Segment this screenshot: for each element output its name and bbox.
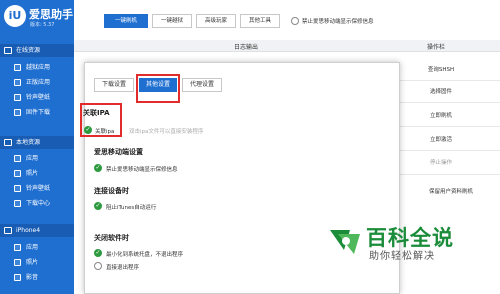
tab-download-settings[interactable]: 下载设置 [94, 78, 134, 92]
sidebar: iU 爱思助手 版本: 5.37 在线资源 越狱应用 正版应用 铃声壁纸 固件下… [0, 0, 74, 294]
watermark-subtitle: 助你轻松解决 [369, 251, 435, 262]
section-title-mobile: 爱思移动端设置 [94, 148, 143, 156]
sidebar-item-device-apps[interactable]: 应用 [0, 240, 74, 255]
op-flash-now[interactable]: 立即刷机 [411, 111, 471, 119]
sidebar-item-firmware[interactable]: 固件下载 [0, 105, 74, 120]
op-stop[interactable]: 停止操作 [411, 158, 471, 166]
sidebar-item-official-apps[interactable]: 正版应用 [0, 75, 74, 90]
section-title-close: 关闭软件时 [94, 234, 129, 242]
other-tools-button[interactable]: 其他工具 [240, 14, 280, 28]
op-divider [398, 174, 500, 175]
section-local-resources[interactable]: 本地资源 [0, 136, 74, 149]
watermark-logo-icon [330, 230, 360, 254]
photo-icon [14, 259, 21, 266]
op-divider [398, 80, 500, 81]
app-version: 版本: 5.37 [30, 22, 55, 28]
block-itunes-label: 阻止iTunes自动运行 [106, 205, 157, 211]
sidebar-item-local-photos[interactable]: 照片 [0, 166, 74, 181]
tab-highlight-box [136, 74, 180, 103]
sidebar-item-download-center[interactable]: 下载中心 [0, 196, 74, 211]
op-divider [398, 126, 500, 127]
log-title: 日志输出 [234, 44, 259, 51]
minimize-to-tray-label: 最小化到系统托盘，不退出程序 [106, 252, 184, 258]
hide-warranty-option-label: 禁止爱思移动端显示保修信息 [106, 167, 178, 173]
block-itunes-checkbox[interactable]: ✓ [94, 202, 102, 210]
download-icon [14, 200, 21, 207]
section-online-resources[interactable]: 在线资源 [0, 44, 74, 57]
sidebar-item-local-ringtones[interactable]: 铃声壁纸 [0, 181, 74, 196]
exit-directly-label: 直接退出程序 [106, 265, 140, 271]
globe-icon [4, 47, 12, 54]
apps-icon [14, 79, 21, 86]
apps-icon [14, 155, 21, 162]
sidebar-item-device-photos[interactable]: 照片 [0, 255, 74, 270]
hide-warranty-checkbox[interactable] [291, 17, 299, 25]
media-icon [14, 274, 21, 281]
music-icon [14, 94, 21, 101]
hide-warranty-option-checkbox[interactable]: ✓ [94, 164, 102, 172]
app-logo: iU [4, 5, 26, 27]
ops-title: 操作栏 [427, 44, 446, 51]
op-activate-now[interactable]: 立即激活 [411, 135, 471, 143]
hide-warranty-label: 禁止爱思移动端显示保修信息 [302, 19, 374, 25]
section-title-connect: 连接设备时 [94, 187, 129, 195]
music-icon [14, 185, 21, 192]
exit-directly-radio[interactable] [94, 262, 102, 270]
ipa-highlight-box [80, 103, 122, 137]
apps-icon [14, 244, 21, 251]
advanced-player-button[interactable]: 高级玩家 [196, 14, 236, 28]
download-icon [14, 109, 21, 116]
op-keep-data-flash[interactable]: 保留用户资料刷机 [416, 187, 486, 195]
op-divider [398, 102, 500, 103]
one-click-jailbreak-button[interactable]: 一键越狱 [152, 14, 192, 28]
op-select-firmware[interactable]: 选择固件 [411, 87, 471, 95]
photo-icon [14, 170, 21, 177]
op-divider [398, 150, 500, 151]
phone-icon [4, 227, 12, 234]
one-click-flash-button[interactable]: 一键刷机 [104, 14, 148, 28]
minimize-to-tray-radio[interactable]: ✓ [94, 249, 102, 257]
op-query-shsh[interactable]: 查询SHSH [411, 65, 471, 73]
sidebar-item-jailbreak-apps[interactable]: 越狱应用 [0, 60, 74, 75]
sidebar-item-ringtones[interactable]: 铃声壁纸 [0, 90, 74, 105]
app-title: 爱思助手 [29, 8, 73, 21]
tab-proxy-settings[interactable]: 代理设置 [182, 78, 222, 92]
sidebar-item-device-media[interactable]: 影音 [0, 270, 74, 285]
sidebar-item-local-apps[interactable]: 应用 [0, 151, 74, 166]
folder-icon [4, 139, 12, 146]
associate-ipa-note: 双击ipa文件可以直接安装程序 [129, 129, 204, 135]
settings-dialog [84, 62, 400, 294]
section-device[interactable]: iPhone4 [0, 224, 74, 237]
apps-icon [14, 64, 21, 71]
